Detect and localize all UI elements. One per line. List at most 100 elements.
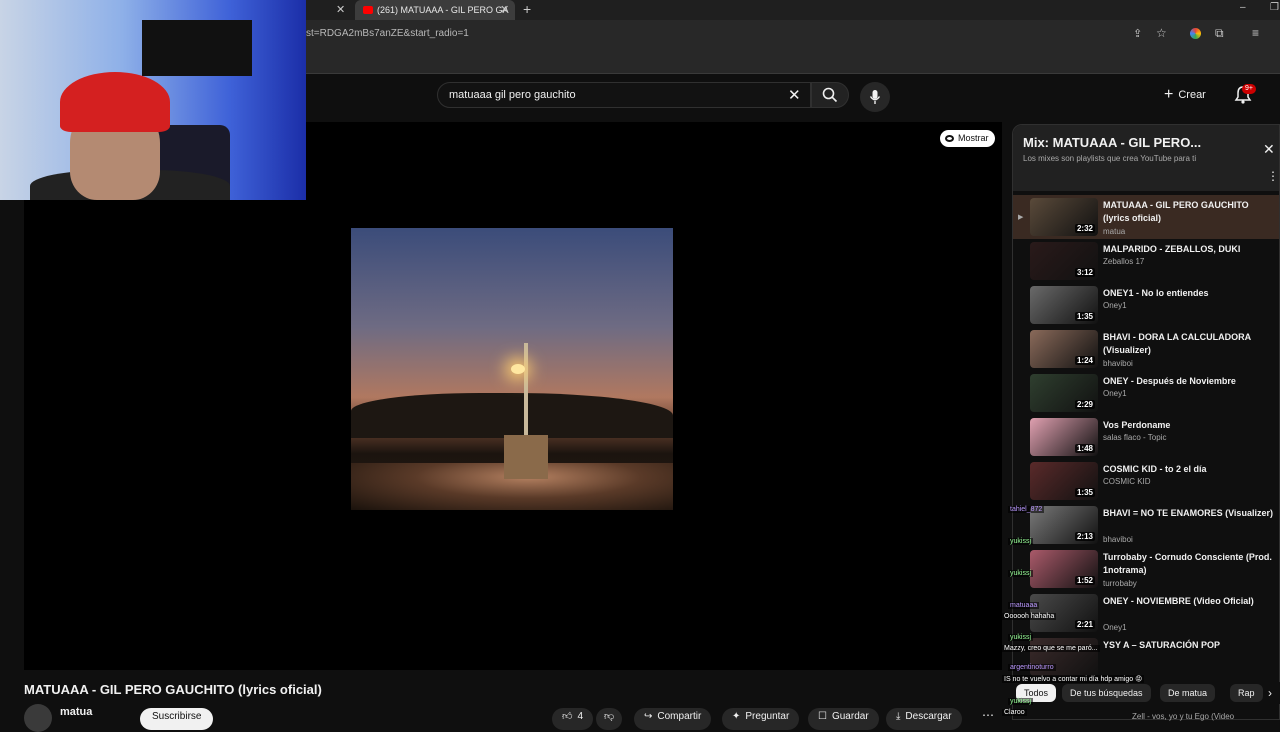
ask-label: Preguntar bbox=[745, 711, 790, 722]
notifications-badge: 9+ bbox=[1242, 84, 1256, 94]
chip-rap[interactable]: Rap bbox=[1230, 684, 1263, 702]
video-thumbnail[interactable]: 1:48 bbox=[1030, 418, 1098, 456]
show-label: Mostrar bbox=[958, 133, 989, 143]
extensions-icon[interactable]: ⧉ bbox=[1215, 26, 1224, 41]
playlist-item-title: Vos Perdoname bbox=[1103, 420, 1171, 430]
restore-icon[interactable]: ❐ bbox=[1270, 2, 1279, 13]
plus-icon: + bbox=[1164, 86, 1174, 103]
duration-badge: 1:24 bbox=[1074, 356, 1095, 365]
mix-title: Mix: MATUAAA - GIL PERO... bbox=[1023, 135, 1202, 150]
stream-chat-overlay: tahiel_872yukissj yukissj matuaaa Oooooh ha… bbox=[1002, 506, 1162, 720]
install-icon[interactable]: ⇪ bbox=[1133, 27, 1142, 40]
playlist-item[interactable]: 3:12 MALPARIDO - ZEBALLOS, DUKI Zeballos 1… bbox=[1013, 239, 1279, 283]
chat-username: tahiel_872 bbox=[1008, 506, 1045, 513]
playlist-item-title: MATUAAA - GIL PERO GAUCHITO (lyrics ofic… bbox=[1103, 200, 1249, 223]
video-frame-artwork bbox=[351, 228, 673, 510]
browser-tab-active[interactable]: (261) MATUAAA - GIL PERO GA bbox=[355, 0, 515, 20]
download-button[interactable]: ⤓ Descargar bbox=[886, 708, 962, 730]
share-button[interactable]: ↪ Compartir bbox=[634, 708, 712, 730]
playlist-item-channel: Zeballos 17 bbox=[1103, 257, 1145, 266]
chat-username: argentinoturro bbox=[1008, 664, 1056, 671]
chat-message: Mazzy, creo que se me paró... bbox=[1002, 645, 1100, 652]
chip-from-channel[interactable]: De matua bbox=[1160, 684, 1216, 702]
subscribe-button[interactable]: Suscribirse bbox=[140, 708, 214, 730]
like-button[interactable]: 👍︎ 4 bbox=[552, 708, 594, 730]
duration-badge: 2:29 bbox=[1074, 400, 1095, 409]
playlist-item[interactable]: 2:29 ONEY - Después de Noviembre Oney1 bbox=[1013, 371, 1279, 415]
tab-close-icon[interactable]: ✕ bbox=[336, 3, 345, 16]
tree-silhouette bbox=[351, 393, 673, 438]
search-box[interactable]: matuaaa gil pero gauchito ✕ bbox=[437, 82, 811, 108]
ask-button[interactable]: ✦ Preguntar bbox=[722, 708, 800, 730]
mix-subtitle: Los mixes son playlists que crea YouTube… bbox=[1023, 154, 1197, 163]
save-label: Guardar bbox=[831, 711, 869, 722]
download-icon: ⤓ bbox=[896, 711, 901, 722]
playlist-item-channel: salas flaco - Topic bbox=[1103, 433, 1167, 442]
video-thumbnail[interactable]: 1:24 bbox=[1030, 330, 1098, 368]
show-button[interactable]: Mostrar bbox=[940, 130, 995, 147]
channel-name[interactable]: matua bbox=[60, 706, 92, 718]
clear-search-icon[interactable]: ✕ bbox=[788, 86, 801, 104]
playlist-item[interactable]: 1:48 Vos Perdoname salas flaco - Topic bbox=[1013, 415, 1279, 459]
thumbs-up-icon: 👍︎ bbox=[562, 711, 573, 722]
browser-tab-title: (261) MATUAAA - GIL PERO GA bbox=[377, 5, 509, 15]
playlist-item-title: BHAVI - DORA LA CALCULADORA (Visualizer) bbox=[1103, 332, 1251, 355]
create-button[interactable]: + Crear bbox=[1164, 84, 1206, 106]
save-icon: ☐ bbox=[818, 711, 827, 722]
sparkle-icon: ✦ bbox=[732, 711, 741, 722]
save-button[interactable]: ☐ Guardar bbox=[808, 708, 879, 730]
playlist-item-title: ONEY1 - No lo entiendes bbox=[1103, 288, 1209, 298]
bookmark-star-icon[interactable]: ☆ bbox=[1156, 26, 1167, 40]
playlist-item[interactable]: 1:35 ONEY1 - No lo entiendes Oney1 bbox=[1013, 283, 1279, 327]
extension-color-icon[interactable] bbox=[1190, 28, 1201, 39]
download-label: Descargar bbox=[905, 711, 952, 722]
chat-message: Oooooh hahaha bbox=[1002, 613, 1057, 620]
small-booth bbox=[504, 435, 548, 479]
media-control-icon[interactable]: ≡ bbox=[1252, 26, 1259, 40]
chat-username: matuaaa bbox=[1008, 602, 1040, 609]
playlist-item-title: COSMIC KID - to 2 el día bbox=[1103, 464, 1207, 474]
playlist-item[interactable]: 1:35 COSMIC KID - to 2 el día COSMIC KID bbox=[1013, 459, 1279, 503]
voice-search-button[interactable] bbox=[860, 82, 890, 112]
url-field[interactable]: st=RDGA2mBs7anZE&start_radio=1 bbox=[306, 28, 469, 39]
youtube-icon bbox=[363, 6, 373, 14]
tab-close-icon[interactable]: ✕ bbox=[500, 3, 509, 16]
chevron-right-icon[interactable]: › bbox=[1268, 686, 1272, 700]
duration-badge: 1:35 bbox=[1074, 312, 1095, 321]
playlist-item-title: MALPARIDO - ZEBALLOS, DUKI bbox=[1103, 244, 1241, 254]
video-thumbnail[interactable]: 1:35 bbox=[1030, 462, 1098, 500]
new-tab-icon[interactable]: + bbox=[523, 1, 531, 17]
share-label: Compartir bbox=[657, 711, 702, 722]
close-icon[interactable]: ✕ bbox=[1263, 141, 1275, 158]
search-icon bbox=[822, 87, 838, 103]
playlist-item-channel: bhaviboi bbox=[1103, 359, 1133, 368]
video-thumbnail[interactable]: 3:12 bbox=[1030, 242, 1098, 280]
video-thumbnail[interactable]: 2:32 bbox=[1030, 198, 1098, 236]
chat-username: yukissj bbox=[1008, 634, 1034, 641]
playlist-item[interactable]: 1:24 BHAVI - DORA LA CALCULADORA (Visuali… bbox=[1013, 327, 1279, 371]
dislike-button[interactable]: 👎︎ bbox=[596, 708, 623, 730]
like-count: 4 bbox=[577, 711, 584, 722]
more-vert-icon[interactable]: ⋮ bbox=[1267, 169, 1279, 183]
video-thumbnail[interactable]: 2:29 bbox=[1030, 374, 1098, 412]
duration-badge: 1:48 bbox=[1074, 444, 1095, 453]
playlist-item-channel: Oney1 bbox=[1103, 389, 1127, 398]
video-thumbnail[interactable]: 1:35 bbox=[1030, 286, 1098, 324]
playlist-item-channel: COSMIC KID bbox=[1103, 477, 1151, 486]
channel-avatar[interactable] bbox=[24, 704, 52, 732]
search-button[interactable] bbox=[811, 82, 849, 108]
create-label: Crear bbox=[1178, 89, 1206, 101]
wall-tv bbox=[142, 20, 252, 76]
playlist-item-channel: matua bbox=[1103, 227, 1126, 236]
webcam-overlay bbox=[0, 0, 306, 200]
now-playing-icon: ▶ bbox=[1018, 214, 1024, 221]
search-input[interactable]: matuaaa gil pero gauchito bbox=[449, 89, 576, 101]
mix-header: Mix: MATUAAA - GIL PERO... Los mixes son… bbox=[1013, 125, 1279, 191]
duration-badge: 2:32 bbox=[1074, 224, 1095, 233]
chat-username: yukissj bbox=[1008, 698, 1034, 705]
playlist-item[interactable]: ▶ 2:32 MATUAAA - GIL PERO GAUCHITO (lyrics… bbox=[1013, 195, 1279, 239]
eye-icon bbox=[945, 135, 954, 142]
minimize-icon[interactable]: – bbox=[1240, 2, 1246, 13]
microphone-icon bbox=[869, 90, 881, 104]
playlist-item-channel: Oney1 bbox=[1103, 301, 1127, 310]
